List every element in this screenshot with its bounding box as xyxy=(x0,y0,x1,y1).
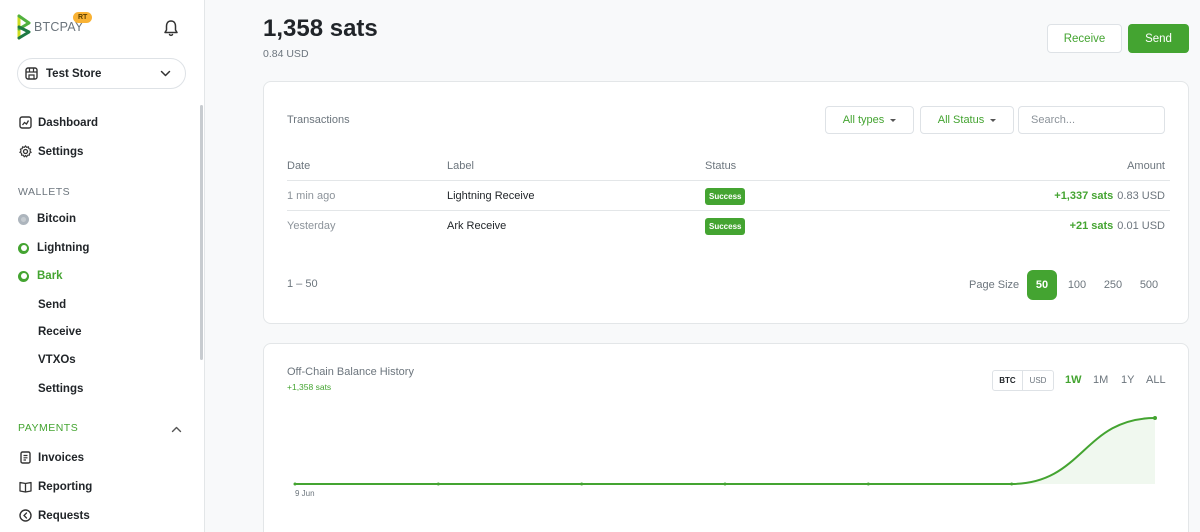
row-label[interactable]: Ark Receive xyxy=(447,220,506,232)
row-date: 1 min ago xyxy=(287,190,336,202)
sidebar-item-bitcoin[interactable]: Bitcoin xyxy=(18,213,76,225)
store-selector[interactable]: Test Store xyxy=(17,58,186,89)
dashboard-icon xyxy=(19,116,32,129)
gear-icon xyxy=(19,145,32,158)
page-size-250[interactable]: 250 xyxy=(1098,270,1128,300)
column-header-label: Label xyxy=(447,160,474,172)
amount-sats: +1,337 sats xyxy=(1054,190,1114,202)
sidebar-item-bark-vtxos[interactable]: VTXOs xyxy=(38,354,76,366)
page-size-100[interactable]: 100 xyxy=(1062,270,1092,300)
brand-logo[interactable]: BTCPAY RT xyxy=(17,12,93,40)
store-icon xyxy=(25,67,38,80)
column-header-amount: Amount xyxy=(1127,160,1165,172)
column-header-date: Date xyxy=(287,160,311,172)
sidebar-item-label: Lightning xyxy=(37,242,90,254)
pagination-range: 1 – 50 xyxy=(287,278,318,290)
status-badge: Success xyxy=(705,218,746,235)
sidebar-item-label: Dashboard xyxy=(38,116,99,129)
sidebar-item-reporting[interactable]: Reporting xyxy=(19,480,92,493)
chart-point[interactable] xyxy=(1153,416,1157,420)
sidebar-item-requests[interactable]: Requests xyxy=(19,509,90,522)
caret-down-icon xyxy=(990,118,997,122)
search-input[interactable] xyxy=(1018,106,1165,134)
amount-usd: 0.83 USD xyxy=(1117,190,1165,202)
sidebar-item-label: Settings xyxy=(38,145,84,158)
row-date: Yesterday xyxy=(287,220,336,232)
status-dot-icon xyxy=(18,270,29,282)
sidebar-item-bark-send[interactable]: Send xyxy=(38,299,66,311)
brand-badge: RT xyxy=(73,12,93,23)
row-amount: +1,337 sats 0.83 USD xyxy=(1054,190,1165,202)
amount-usd: 0.01 USD xyxy=(1117,220,1165,232)
chart-point[interactable] xyxy=(723,482,727,486)
notification-bell-icon[interactable] xyxy=(163,19,179,37)
wallets-section-header: WALLETS xyxy=(18,186,71,198)
receive-button[interactable]: Receive xyxy=(1047,24,1122,53)
balance-history-card: Off-Chain Balance History +1,358 sats BT… xyxy=(263,343,1189,532)
requests-icon xyxy=(19,509,32,522)
invoice-icon xyxy=(20,451,31,464)
chevron-up-icon[interactable] xyxy=(171,424,182,435)
sidebar: BTCPAY RT Test Store Dashboard Settings … xyxy=(0,0,205,532)
row-amount: +21 sats 0.01 USD xyxy=(1070,220,1165,232)
page-size-50[interactable]: 50 xyxy=(1027,270,1057,300)
chart-point[interactable] xyxy=(293,482,297,486)
table-divider xyxy=(287,210,1170,211)
chevron-down-icon xyxy=(160,70,171,77)
sidebar-item-dashboard[interactable]: Dashboard xyxy=(19,116,98,129)
page-size-label: Page Size xyxy=(969,279,1020,291)
status-filter-label: All Status xyxy=(937,114,985,126)
sidebar-item-lightning[interactable]: Lightning xyxy=(18,242,89,254)
sidebar-item-label: Invoices xyxy=(38,451,85,464)
transactions-card: Transactions All types All Status Date L… xyxy=(263,81,1189,324)
chart-point[interactable] xyxy=(436,482,440,486)
sidebar-scrollbar[interactable] xyxy=(200,105,203,360)
chart-area xyxy=(295,418,1155,484)
store-name: Test Store xyxy=(46,67,102,80)
type-filter-label: All types xyxy=(842,114,885,126)
wallet-balance-usd: 0.84 USD xyxy=(263,48,309,60)
sidebar-item-label: Bark xyxy=(37,270,63,282)
sidebar-item-bark-settings[interactable]: Settings xyxy=(38,383,83,395)
send-button[interactable]: Send xyxy=(1128,24,1189,53)
sidebar-item-bark-receive[interactable]: Receive xyxy=(38,326,81,338)
transactions-title: Transactions xyxy=(287,114,350,126)
status-dot-icon xyxy=(18,213,29,225)
page-size-500[interactable]: 500 xyxy=(1134,270,1164,300)
table-divider xyxy=(287,180,1170,181)
row-label[interactable]: Lightning Receive xyxy=(447,190,534,202)
sidebar-item-label: Reporting xyxy=(38,480,93,493)
sidebar-item-bark[interactable]: Bark xyxy=(18,270,63,282)
amount-sats: +21 sats xyxy=(1069,220,1114,232)
sidebar-item-label: Requests xyxy=(38,509,90,522)
type-filter-dropdown[interactable]: All types xyxy=(825,106,914,134)
payments-section-header[interactable]: PAYMENTS xyxy=(18,422,78,434)
chart-point[interactable] xyxy=(1010,482,1014,486)
sidebar-item-settings[interactable]: Settings xyxy=(19,145,83,158)
chart-point[interactable] xyxy=(866,482,870,486)
x-axis-tick-label: 9 Jun xyxy=(295,489,315,498)
reporting-icon xyxy=(19,481,32,493)
status-badge: Success xyxy=(705,188,746,205)
balance-chart xyxy=(293,416,1157,486)
sidebar-item-invoices[interactable]: Invoices xyxy=(19,451,84,464)
status-filter-dropdown[interactable]: All Status xyxy=(920,106,1014,134)
chart-point[interactable] xyxy=(580,482,584,486)
sidebar-item-label: Bitcoin xyxy=(37,213,76,225)
chart-series-line xyxy=(295,417,1156,485)
caret-down-icon xyxy=(890,118,897,122)
wallet-balance: 1,358 sats xyxy=(263,15,378,42)
status-dot-icon xyxy=(18,242,29,254)
column-header-status: Status xyxy=(705,160,737,172)
btcpay-logo-icon xyxy=(17,14,31,40)
